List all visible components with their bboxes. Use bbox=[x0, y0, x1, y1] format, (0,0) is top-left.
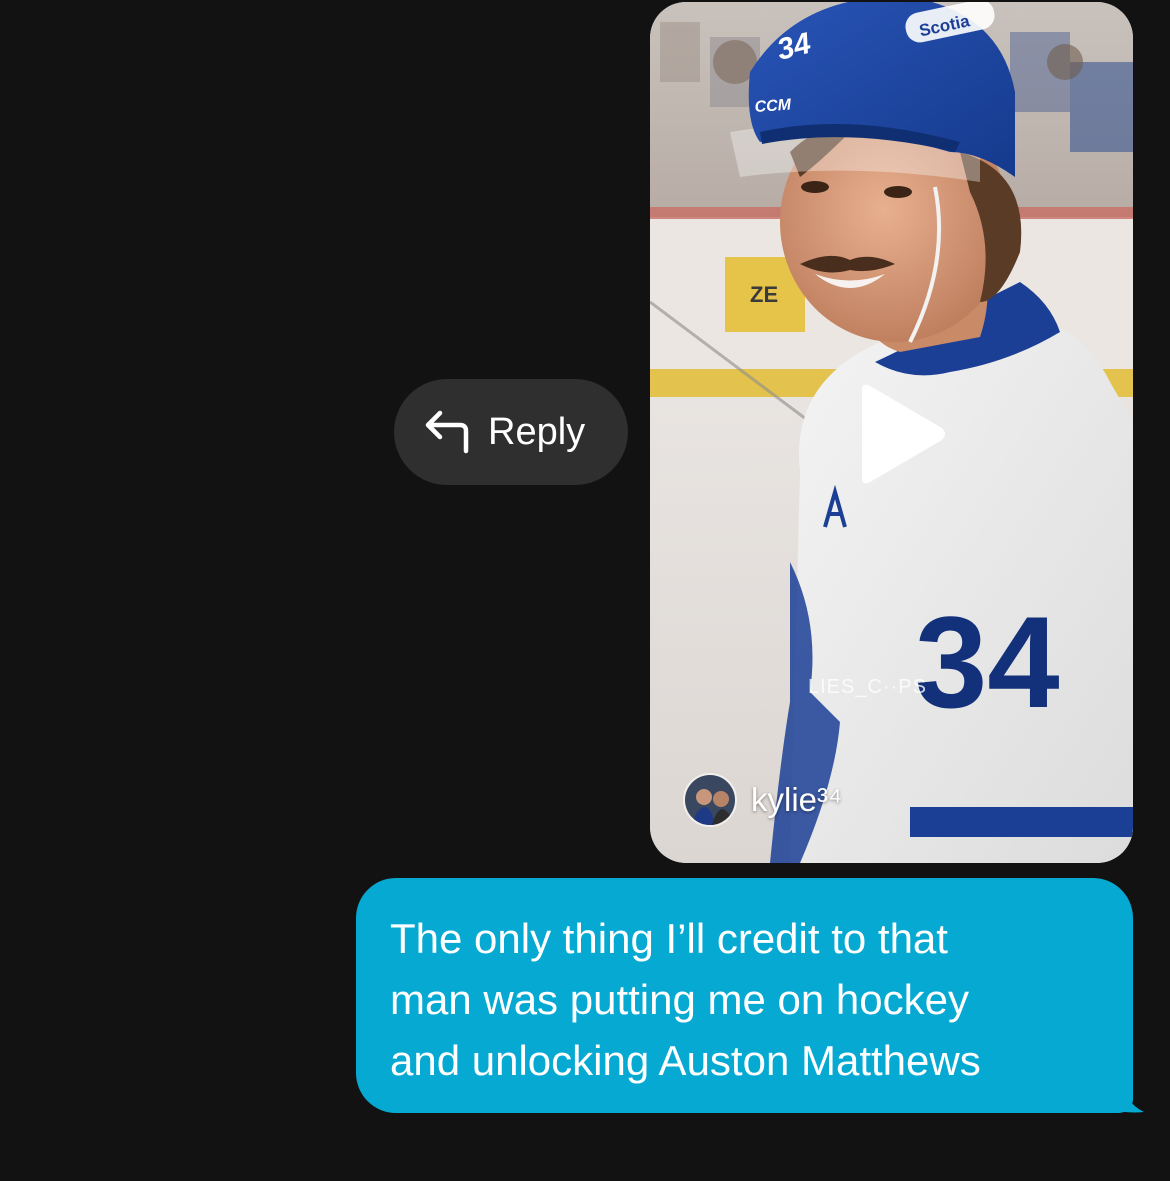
reply-label: Reply bbox=[488, 410, 586, 453]
bubble-tail bbox=[1110, 1080, 1144, 1113]
play-icon[interactable] bbox=[852, 382, 948, 486]
message-bubble[interactable]: The only thing I’ll credit to that man w… bbox=[356, 878, 1133, 1113]
chat-screen: Reply ZE 34 34 CCM Scotia LIES_C··PS kyl… bbox=[0, 0, 1170, 1181]
helmet-brand-text: CCM bbox=[754, 96, 792, 116]
author-name: kylie³⁴ bbox=[751, 781, 843, 818]
reply-arrow-icon bbox=[422, 409, 474, 455]
author-avatar bbox=[683, 773, 737, 827]
jersey-number-text: 34 bbox=[915, 589, 1060, 735]
video-watermark: LIES_C··PS bbox=[808, 676, 927, 698]
board-ad-text: ZE bbox=[750, 282, 778, 307]
video-author[interactable]: kylie³⁴ bbox=[683, 773, 842, 827]
message-text: The only thing I’ll credit to that man w… bbox=[390, 915, 981, 1084]
reply-button[interactable]: Reply bbox=[394, 379, 628, 485]
